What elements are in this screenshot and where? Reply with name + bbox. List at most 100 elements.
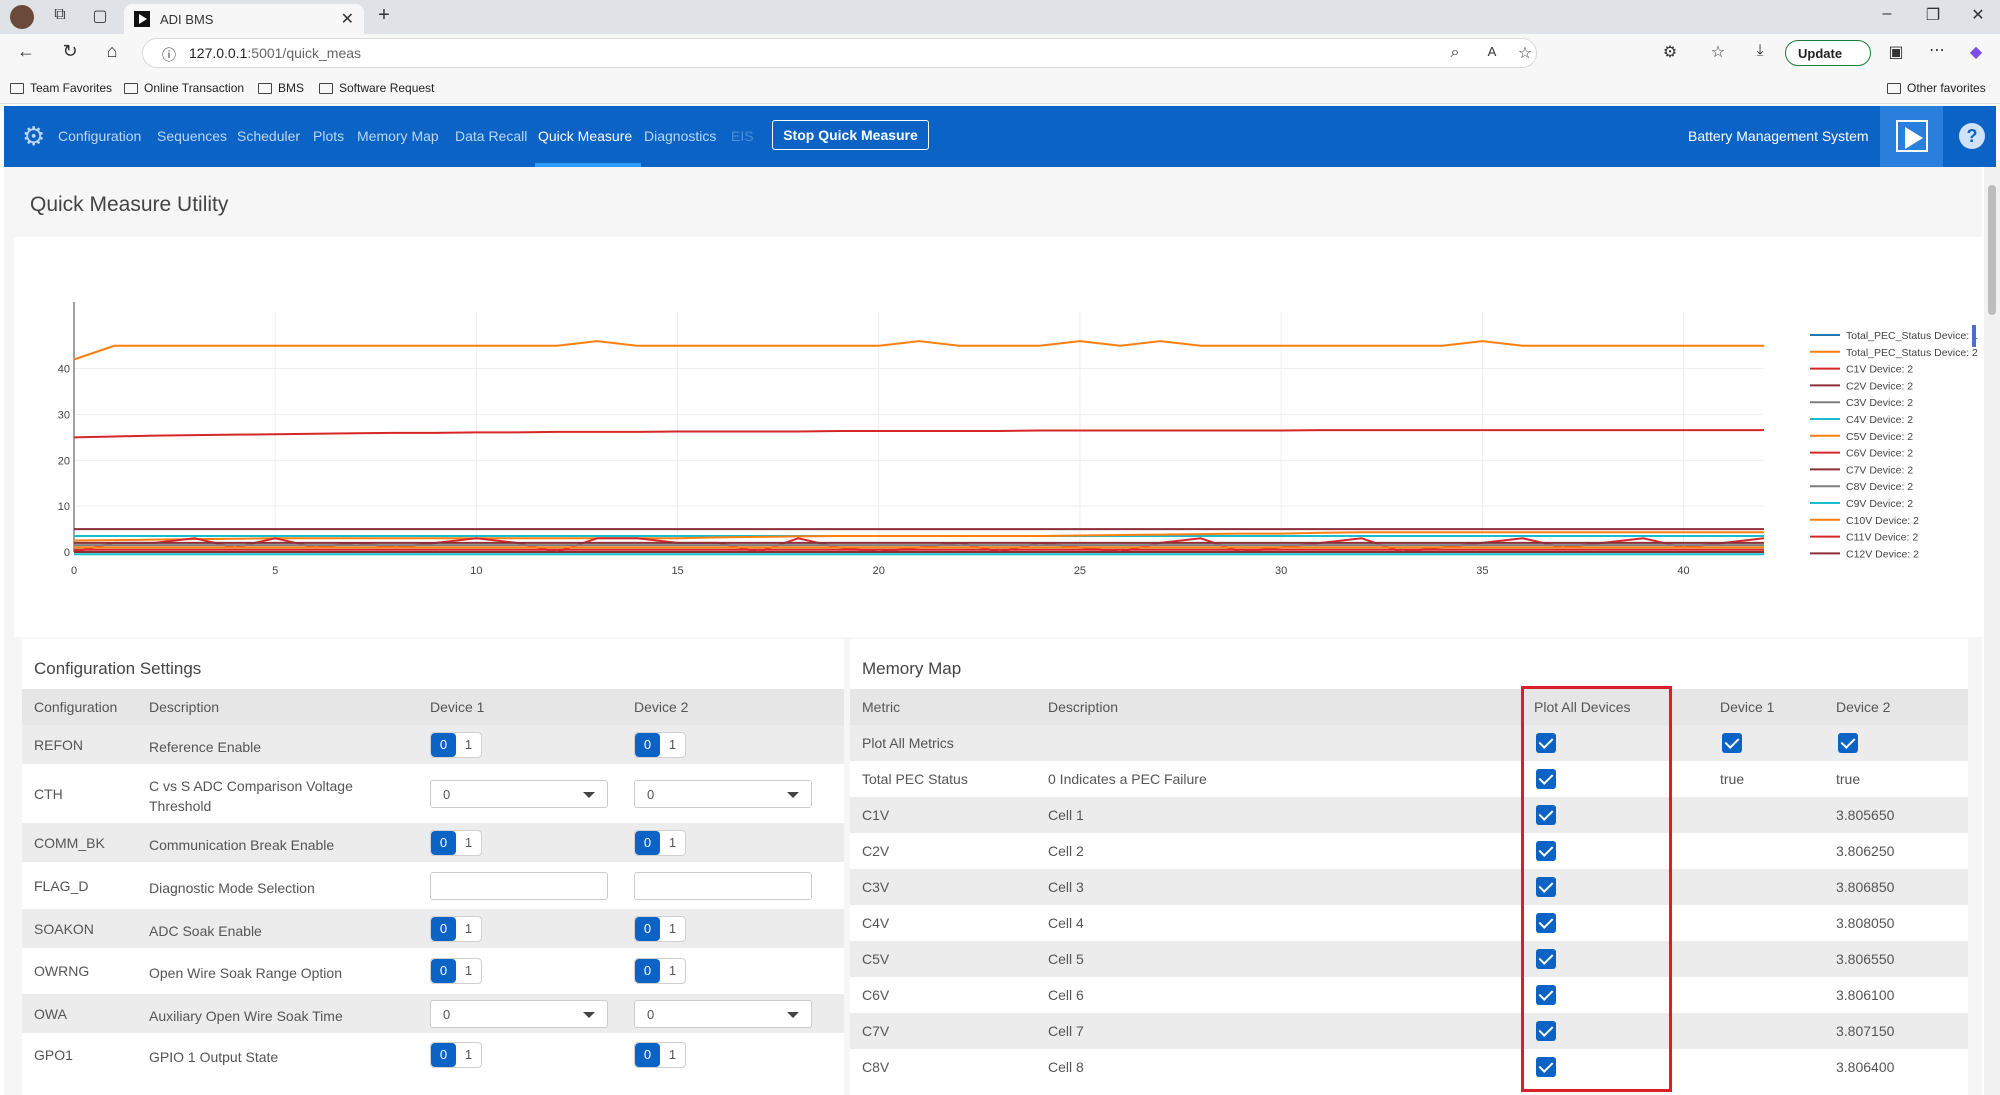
binary-toggle[interactable]: 01 — [430, 958, 482, 984]
copilot-icon[interactable]: ◆ — [1964, 42, 1988, 62]
bookmark-bms[interactable]: BMS — [258, 81, 304, 95]
toggle-option-1[interactable]: 1 — [456, 1043, 481, 1067]
toggle-option-1[interactable]: 1 — [456, 831, 481, 855]
collections-icon[interactable]: ▣ — [1884, 42, 1908, 62]
favorite-star-icon[interactable]: ☆ — [1513, 43, 1537, 63]
x-tick-label: 25 — [1074, 565, 1086, 577]
bookmark-software-request[interactable]: Software Request — [319, 81, 434, 95]
binary-toggle[interactable]: 01 — [634, 1042, 686, 1068]
restore-icon[interactable]: ❐ — [1921, 5, 1945, 25]
toggle-option-0[interactable]: 0 — [635, 1043, 660, 1067]
toggle-option-1[interactable]: 1 — [660, 733, 685, 757]
workspaces-icon[interactable]: ⧉ — [48, 6, 72, 24]
legend-label: C6V Device: 2 — [1846, 448, 1913, 460]
toggle-option-0[interactable]: 0 — [635, 830, 660, 855]
config-name: CTH — [34, 785, 63, 802]
device-1-checkbox[interactable] — [1722, 733, 1742, 753]
value-input[interactable] — [634, 871, 812, 900]
metric-name: Total PEC Status — [862, 771, 968, 787]
config-name: REFON — [34, 736, 83, 753]
gear-icon[interactable]: ⚙ — [22, 123, 48, 149]
home-icon[interactable]: ⌂ — [100, 41, 124, 62]
toggle-option-1[interactable]: 1 — [660, 959, 685, 983]
zoom-icon[interactable]: ⌕ — [1443, 44, 1467, 62]
binary-toggle[interactable]: 01 — [634, 915, 686, 942]
profile-avatar[interactable] — [10, 5, 34, 29]
device-2-value: 3.808050 — [1836, 915, 1895, 931]
device-2-checkbox[interactable] — [1838, 733, 1858, 753]
toggle-option-0[interactable]: 0 — [431, 830, 456, 855]
toggle-option-0[interactable]: 0 — [635, 732, 660, 757]
config-description: C vs S ADC Comparison Voltage Threshold — [149, 777, 353, 814]
binary-toggle[interactable]: 01 — [634, 731, 686, 758]
read-aloud-icon[interactable]: A — [1480, 44, 1504, 59]
address-bar[interactable]: ⓘ 127.0.0.1:5001/quick_meas ⌕ A ☆ — [142, 38, 1537, 68]
nav-plots[interactable]: Plots — [313, 128, 344, 144]
browser-tab[interactable]: ADI BMS ✕ — [124, 4, 364, 34]
binary-toggle[interactable]: 01 — [430, 731, 482, 758]
bookmark-online-transaction[interactable]: Online Transaction — [124, 81, 244, 95]
nav-scheduler[interactable]: Scheduler — [237, 128, 300, 144]
value-select[interactable]: 0 — [634, 999, 812, 1028]
value-select[interactable]: 0 — [634, 779, 812, 808]
downloads-icon[interactable]: ⤓ — [1748, 42, 1772, 60]
x-tick-label: 20 — [873, 565, 885, 577]
favorites-icon[interactable]: ☆ — [1706, 42, 1730, 62]
other-favorites[interactable]: Other favorites — [1887, 81, 1986, 95]
toggle-option-1[interactable]: 1 — [456, 917, 481, 941]
extensions-icon[interactable]: ⚙ — [1658, 42, 1682, 62]
site-info-icon[interactable]: ⓘ — [157, 45, 181, 65]
toggle-option-1[interactable]: 1 — [456, 959, 481, 983]
x-tick-label: 40 — [1677, 565, 1689, 577]
legend-label: C12V Device: 2 — [1846, 548, 1919, 560]
memory-row: C2V Cell 2 3.806250 — [850, 833, 1968, 869]
binary-toggle[interactable]: 01 — [430, 829, 482, 856]
refresh-icon[interactable]: ↻ — [58, 41, 82, 62]
toggle-option-0[interactable]: 0 — [635, 959, 660, 983]
toggle-option-0[interactable]: 0 — [431, 916, 456, 941]
metric-name: Plot All Metrics — [862, 735, 954, 751]
nav-data-recall[interactable]: Data Recall — [455, 128, 527, 144]
binary-toggle[interactable]: 01 — [634, 829, 686, 856]
y-tick-label: 40 — [58, 364, 70, 376]
metric-description: Cell 2 — [1048, 843, 1084, 859]
page-scrollbar[interactable] — [1984, 167, 2000, 1095]
toggle-option-0[interactable]: 0 — [431, 959, 456, 983]
toggle-option-0[interactable]: 0 — [635, 916, 660, 941]
new-tab-icon[interactable]: + — [372, 4, 396, 27]
binary-toggle[interactable]: 01 — [430, 915, 482, 942]
nav-diagnostics[interactable]: Diagnostics — [644, 128, 716, 144]
toggle-option-1[interactable]: 1 — [660, 1043, 685, 1067]
browser-toolbar: ← ↻ ⌂ ⓘ 127.0.0.1:5001/quick_meas ⌕ A ☆ … — [0, 34, 2000, 72]
nav-configuration[interactable]: Configuration — [58, 128, 141, 144]
close-window-icon[interactable]: ✕ — [1966, 5, 1990, 25]
toggle-option-0[interactable]: 0 — [431, 732, 456, 757]
toggle-option-1[interactable]: 1 — [660, 917, 685, 941]
update-button[interactable]: Update — [1785, 40, 1871, 66]
tab-actions-icon[interactable]: ▢ — [88, 6, 112, 26]
binary-toggle[interactable]: 01 — [430, 1042, 482, 1068]
stop-quick-measure-button[interactable]: Stop Quick Measure — [772, 120, 929, 150]
help-icon[interactable]: ? — [1959, 123, 1985, 149]
minimize-icon[interactable]: – — [1875, 5, 1899, 23]
value-select[interactable]: 0 — [430, 999, 608, 1028]
x-tick-label: 10 — [470, 565, 482, 577]
bookmark-team-favorites[interactable]: Team Favorites — [10, 81, 112, 95]
legend-label: C1V Device: 2 — [1846, 364, 1913, 376]
nav-memory-map[interactable]: Memory Map — [357, 128, 439, 144]
value-select[interactable]: 0 — [430, 779, 608, 808]
toggle-option-1[interactable]: 1 — [660, 831, 685, 855]
scrollbar-thumb[interactable] — [1988, 185, 1996, 315]
url-host: 127.0.0.1 — [189, 45, 248, 61]
binary-toggle[interactable]: 01 — [634, 958, 686, 984]
toggle-option-0[interactable]: 0 — [431, 1043, 456, 1067]
column-header: Device 2 — [1836, 699, 1891, 715]
toggle-option-1[interactable]: 1 — [456, 733, 481, 757]
memory-row: C8V Cell 8 3.806400 — [850, 1049, 1968, 1085]
close-tab-icon[interactable]: ✕ — [341, 9, 354, 29]
value-input[interactable] — [430, 871, 608, 900]
nav-quick-measure[interactable]: Quick Measure — [538, 128, 632, 144]
back-icon[interactable]: ← — [14, 41, 38, 62]
more-menu-icon[interactable]: ⋯ — [1925, 40, 1949, 60]
nav-sequences[interactable]: Sequences — [157, 128, 227, 144]
